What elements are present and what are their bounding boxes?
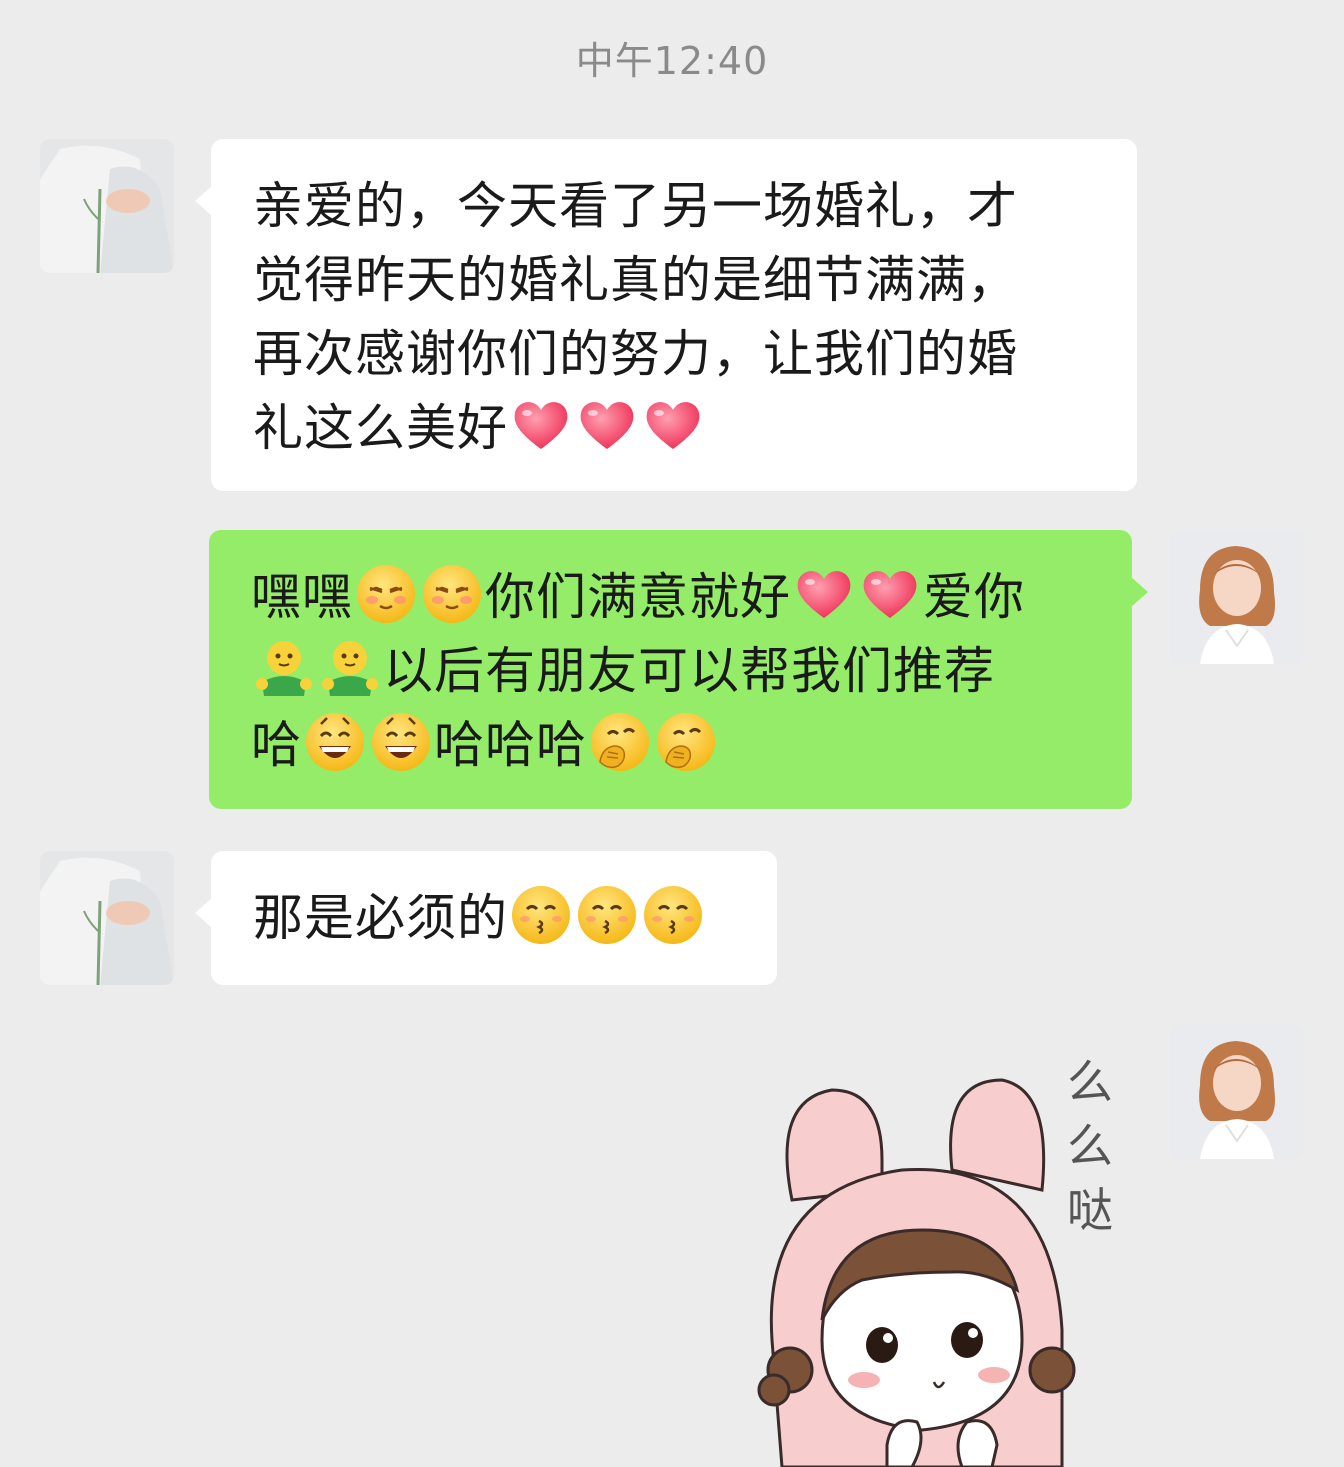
message-text: 礼这么美好 (253, 399, 508, 457)
grin-emoji-icon (369, 710, 433, 774)
sticker-caption-char: 么 (1067, 1119, 1113, 1173)
heart-emoji-icon (641, 393, 705, 457)
message-text: 哈 (251, 716, 302, 774)
incoming-message-bubble[interactable]: 那是必须的 (195, 851, 777, 985)
heart-emoji-icon (792, 562, 856, 626)
heart-emoji-icon (575, 393, 639, 457)
outgoing-message-bubble[interactable]: 嘿嘿 你们满意就好 爱你 以后有朋友可以帮我们推荐 哈哈哈哈 (209, 530, 1148, 809)
message-line: 那是必须的 (253, 881, 739, 955)
my-avatar[interactable] (1170, 1025, 1304, 1159)
message-text: 那是必须的 (253, 889, 508, 947)
grin-emoji-icon (303, 710, 367, 774)
message-line: 觉得昨天的婚礼真的是细节满满， (253, 251, 1018, 309)
chuckle-emoji-icon (654, 710, 718, 774)
sticker-caption-char: 么 (1067, 1055, 1113, 1109)
message-line: 礼这么美好 (253, 391, 1099, 465)
hug-emoji-icon (318, 636, 382, 700)
message-text: 哈哈哈 (434, 716, 587, 774)
heart-emoji-icon (858, 562, 922, 626)
message-text: 你们满意就好 (485, 568, 791, 626)
message-line: 以后有朋友可以帮我们推荐 (251, 634, 1094, 708)
message-text: 爱你 (923, 568, 1025, 626)
hug-emoji-icon (252, 636, 316, 700)
sticker-caption-char: 哒 (1067, 1183, 1113, 1237)
sticker-caption: 么 么 哒 (1060, 1050, 1120, 1242)
message-line: 哈哈哈哈 (251, 708, 1094, 782)
message-text: 以后有朋友可以帮我们推荐 (383, 642, 995, 700)
chuckle-emoji-icon (588, 710, 652, 774)
kiss-face-emoji-icon (641, 883, 705, 947)
heart-emoji-icon (509, 393, 573, 457)
contact-avatar[interactable] (40, 851, 174, 985)
message-line: 亲爱的，今天看了另一场婚礼，才 (253, 177, 1018, 235)
message-line: 再次感谢你们的努力，让我们的婚 (253, 325, 1018, 383)
my-avatar[interactable] (1170, 530, 1304, 664)
message-text: 嘿嘿 (251, 568, 353, 626)
incoming-message-bubble[interactable]: 亲爱的，今天看了另一场婚礼，才 觉得昨天的婚礼真的是细节满满， 再次感谢你们的努… (195, 139, 1137, 491)
shy-face-emoji-icon (354, 562, 418, 626)
kiss-face-emoji-icon (509, 883, 573, 947)
kiss-face-emoji-icon (575, 883, 639, 947)
contact-avatar[interactable] (40, 139, 174, 273)
message-line: 嘿嘿 你们满意就好 爱你 (251, 560, 1094, 634)
shy-face-emoji-icon (420, 562, 484, 626)
timestamp: 中午12:40 (575, 39, 769, 83)
